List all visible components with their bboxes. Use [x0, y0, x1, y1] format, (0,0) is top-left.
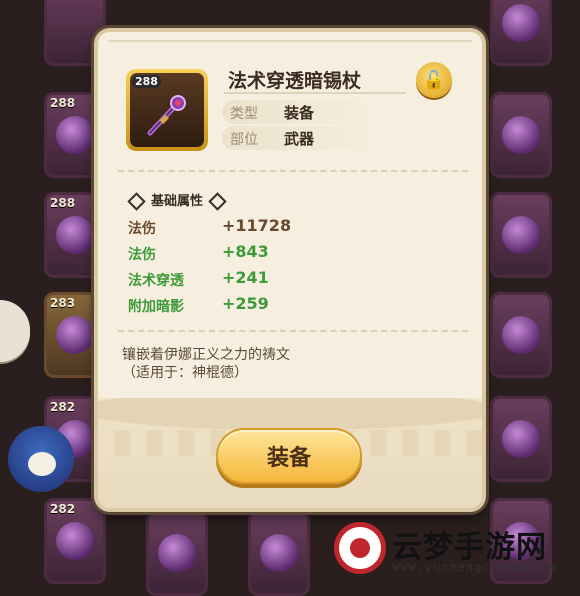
item-slot-value: 武器: [284, 130, 315, 148]
item-slot-label: 部位: [230, 132, 258, 148]
inventory-item-icon: [56, 522, 94, 560]
divider: [118, 330, 468, 332]
section-title: 基础属性: [151, 194, 204, 209]
inventory-item-icon: [56, 316, 94, 354]
item-type-row: 类型 装备: [222, 100, 382, 124]
avatar-face: [28, 452, 56, 476]
slot-level: 282: [50, 400, 76, 414]
inventory-item-icon: [260, 534, 298, 572]
item-type-value: 装备: [284, 104, 315, 122]
section-header-basic-attributes: 基础属性: [122, 190, 232, 211]
inventory-item-icon: [502, 216, 540, 254]
item-type-label: 类型: [230, 106, 258, 122]
item-name: 法术穿透暗锡杖: [228, 70, 362, 92]
item-description: 镶嵌着伊娜正义之力的祷文: [122, 347, 290, 363]
item-icon-frame: 288: [126, 69, 208, 151]
inventory-item-icon: [502, 316, 540, 354]
title-underline: [224, 92, 406, 94]
lock-icon: 🔓: [422, 69, 446, 91]
diamond-icon: [127, 192, 146, 211]
inventory-slot[interactable]: [490, 292, 552, 378]
item-icon-background: 288: [130, 73, 204, 147]
panel-decoration: [108, 40, 472, 50]
inventory-item-icon: [56, 116, 94, 154]
inventory-item-icon: [158, 534, 196, 572]
stat-value: +843: [222, 242, 269, 261]
item-slot-row: 部位 武器: [222, 126, 382, 150]
inventory-slot[interactable]: 282: [44, 498, 106, 584]
stat-name: 法术穿透: [128, 273, 184, 289]
equip-button[interactable]: 装备: [216, 428, 362, 484]
inventory-slot[interactable]: [248, 510, 310, 596]
inventory-item-icon: [56, 216, 94, 254]
stat-name: 附加暗影: [128, 299, 184, 315]
hill-silhouette: [98, 398, 482, 430]
slot-level: 283: [50, 296, 76, 310]
inventory-slot[interactable]: [490, 192, 552, 278]
character-avatar[interactable]: [8, 426, 74, 492]
stat-name: 法伤: [128, 221, 156, 237]
inventory-item-icon: [502, 4, 540, 42]
stat-value: +259: [222, 294, 269, 313]
item-level-badge: 288: [132, 75, 161, 88]
inventory-slot[interactable]: [490, 396, 552, 482]
item-applicability: （适用于：神棍德）: [122, 365, 248, 381]
inventory-slot[interactable]: [490, 0, 552, 66]
stat-value: +241: [222, 268, 269, 287]
stat-name: 法伤: [128, 247, 156, 263]
inventory-item-icon: [502, 420, 540, 458]
inventory-item-icon: [502, 116, 540, 154]
site-watermark: 云梦手游网 www.yunmengchina.com: [330, 520, 575, 580]
watermark-logo-icon: [334, 522, 386, 574]
diamond-icon: [208, 192, 227, 211]
inventory-slot[interactable]: [146, 510, 208, 596]
watermark-url: www.yunmengchina.com: [392, 560, 557, 574]
stat-value: +11728: [222, 216, 292, 235]
slot-level: 288: [50, 96, 76, 110]
slot-level: 282: [50, 502, 76, 516]
slot-level: 288: [50, 196, 76, 210]
divider: [118, 170, 468, 172]
lock-button[interactable]: 🔓: [416, 62, 452, 98]
magic-staff-icon: [147, 95, 186, 136]
inventory-slot[interactable]: [490, 92, 552, 178]
